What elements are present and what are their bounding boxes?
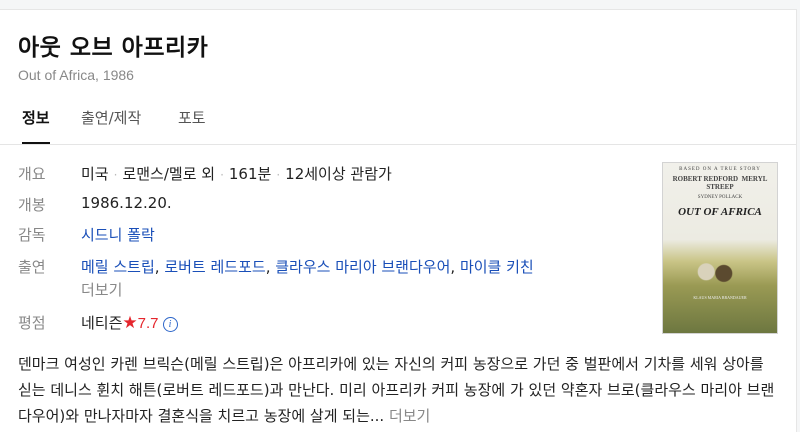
- movie-subtitle: Out of Africa, 1986: [18, 67, 134, 83]
- cast-link[interactable]: 마이클 키친: [460, 258, 534, 276]
- tab-cast-production[interactable]: 출연/제작: [81, 102, 141, 142]
- page-title: 아웃 오브 아프리카: [18, 35, 209, 61]
- cast-link[interactable]: 로버트 레드포드: [164, 258, 265, 276]
- poster-credit: KLAUS MARIA BRANDAUER: [693, 295, 747, 300]
- cast-list: 메릴 스트립, 로버트 레드포드, 클라우스 마리아 브랜다우어, 마이클 키친: [81, 258, 534, 276]
- poster-name: ROBERT REDFORD: [672, 175, 739, 183]
- cast-link[interactable]: 클라우스 마리아 브랜다우어: [275, 258, 450, 276]
- cast-link[interactable]: 메릴 스트립: [81, 258, 155, 276]
- cast-label: 출연: [18, 258, 46, 276]
- synopsis: 덴마크 여성인 카렌 브릭슨(메릴 스트립)은 아프리카에 있는 자신의 커피 …: [18, 351, 778, 429]
- release-date: 1986.12.20.: [81, 194, 172, 212]
- poster-director: SYDNEY POLLACK: [697, 195, 743, 200]
- score-value: 네티즌★7.7 i: [81, 312, 178, 333]
- tab-photo[interactable]: 포토: [178, 102, 206, 142]
- overview-label: 개요: [18, 165, 46, 183]
- synopsis-more-link[interactable]: 더보기: [389, 407, 430, 425]
- director-link[interactable]: 시드니 폴락: [81, 224, 155, 245]
- poster-tagline: BASED ON A TRUE STORY: [679, 167, 761, 172]
- tab-bar: 정보 출연/제작 포토: [0, 102, 796, 145]
- separator-dot: ·: [220, 168, 224, 182]
- movie-poster[interactable]: BASED ON A TRUE STORY ROBERT REDFORD MER…: [662, 162, 778, 334]
- movie-info-card: 아웃 오브 아프리카 Out of Africa, 1986 정보 출연/제작 …: [0, 9, 797, 432]
- score-source: 네티즌: [81, 314, 123, 332]
- score-label: 평점: [18, 314, 46, 332]
- info-icon[interactable]: i: [162, 317, 178, 332]
- release-label: 개봉: [18, 196, 46, 214]
- separator-dot: ·: [113, 168, 118, 182]
- country: 미국: [81, 165, 109, 183]
- runtime: 161분: [228, 165, 272, 183]
- overview-value: 미국 · 로맨스/멜로 외 · 161분 · 12세이상 관람가: [81, 163, 392, 184]
- poster-title: OUT OF AFRICA: [678, 206, 762, 218]
- genre: 로맨스/멜로 외: [122, 165, 216, 183]
- netizen-score: 7.7: [137, 315, 159, 332]
- cast-more-link[interactable]: 더보기: [81, 279, 122, 300]
- poster-names: ROBERT REDFORD MERYL STREEP: [663, 175, 777, 191]
- director-label: 감독: [18, 226, 46, 244]
- tab-info[interactable]: 정보: [22, 102, 50, 144]
- poster-figures: [693, 259, 737, 291]
- separator-dot: ·: [276, 168, 281, 182]
- star-icon: ★: [122, 313, 138, 333]
- age-rating: 12세이상 관람가: [285, 165, 392, 183]
